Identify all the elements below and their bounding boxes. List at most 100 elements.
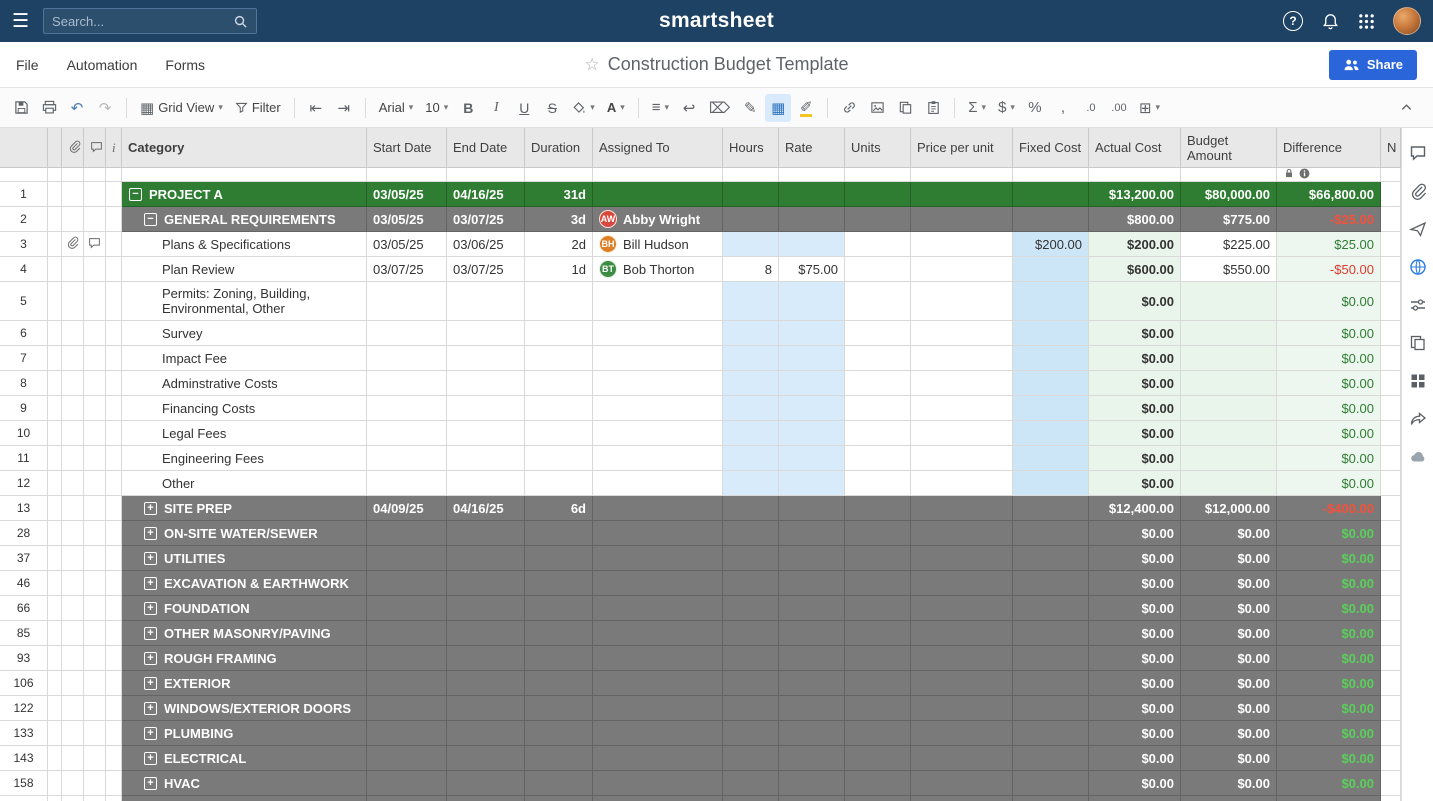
cell-fixed[interactable] [1013, 207, 1089, 232]
cell-dur[interactable] [525, 321, 593, 346]
cell-units[interactable] [845, 521, 911, 546]
cell-start[interactable] [367, 521, 447, 546]
cell-units[interactable] [845, 282, 911, 321]
cell-n[interactable] [1381, 596, 1401, 621]
cell-g1[interactable] [48, 546, 62, 571]
redo-button[interactable]: ↷ [92, 94, 118, 122]
favorite-star-icon[interactable]: ☆ [584, 55, 599, 75]
cell-com[interactable] [84, 496, 106, 521]
cell-dur[interactable] [525, 721, 593, 746]
cell-dur[interactable] [525, 546, 593, 571]
cell-assigned[interactable] [593, 621, 723, 646]
cell-start[interactable]: 04/09/25 [367, 496, 447, 521]
cell-n[interactable] [1381, 621, 1401, 646]
cell-units[interactable] [845, 796, 911, 801]
cell-clip[interactable] [62, 446, 84, 471]
insert-image-button[interactable] [864, 94, 890, 122]
cell-units[interactable] [845, 746, 911, 771]
cell-start[interactable] [367, 546, 447, 571]
column-header-start[interactable]: Start Date [367, 128, 447, 168]
cell-assigned[interactable] [593, 521, 723, 546]
cell-budget[interactable]: $0.00 [1181, 696, 1277, 721]
align-button[interactable]: ≡ ▾ [647, 94, 674, 122]
cell-category[interactable]: +WINDOWS/EXTERIOR DOORS [122, 696, 367, 721]
percent-button[interactable]: % [1022, 94, 1048, 122]
paste-button[interactable] [920, 94, 946, 122]
cell-end[interactable]: 03/07/25 [447, 257, 525, 282]
cell-assigned[interactable] [593, 421, 723, 446]
column-header-category[interactable]: Category [122, 128, 367, 168]
cell-dur[interactable]: 6d [525, 496, 593, 521]
cell-n[interactable] [1381, 282, 1401, 321]
cell-budget[interactable]: $12,000.00 [1181, 496, 1277, 521]
cell-diff[interactable]: $0.00 [1277, 771, 1381, 796]
fill-color-button[interactable]: ▾ [567, 94, 600, 122]
cell-diff[interactable]: $0.00 [1277, 446, 1381, 471]
cell-rate[interactable] [779, 496, 845, 521]
cell-com[interactable] [84, 321, 106, 346]
cell-assigned[interactable] [593, 282, 723, 321]
cell-g1[interactable] [48, 257, 62, 282]
cell-n[interactable] [1381, 421, 1401, 446]
cell-diff[interactable]: $25.00 [1277, 232, 1381, 257]
row-expand-toggle[interactable]: − [129, 188, 142, 201]
cell-diff[interactable]: $0.00 [1277, 546, 1381, 571]
cell-budget[interactable] [1181, 471, 1277, 496]
cloud-icon[interactable] [1409, 448, 1427, 466]
cell-rate[interactable] [779, 721, 845, 746]
cell-com[interactable] [84, 621, 106, 646]
cell-hours[interactable] [723, 421, 779, 446]
cell-assigned[interactable] [593, 471, 723, 496]
cell-end[interactable] [447, 371, 525, 396]
cell-category[interactable]: +ROUGH FRAMING [122, 646, 367, 671]
cell-actual[interactable]: $0.00 [1089, 471, 1181, 496]
cell-start[interactable]: 03/07/25 [367, 257, 447, 282]
cell-dur[interactable] [525, 621, 593, 646]
cell-start[interactable]: 03/05/25 [367, 232, 447, 257]
cell-g1[interactable] [48, 621, 62, 646]
cell-assigned[interactable] [593, 321, 723, 346]
cell-end[interactable] [447, 671, 525, 696]
cell-budget[interactable]: $80,000.00 [1181, 182, 1277, 207]
cell-price[interactable] [911, 321, 1013, 346]
cell-actual[interactable]: $0.00 [1089, 546, 1181, 571]
cell-n[interactable] [1381, 696, 1401, 721]
cell-rate[interactable] [779, 421, 845, 446]
row-number[interactable]: 7 [0, 346, 48, 371]
cell-clip[interactable] [62, 282, 84, 321]
menu-file[interactable]: File [16, 57, 39, 73]
cell-fixed[interactable] [1013, 546, 1089, 571]
cell-end[interactable] [447, 546, 525, 571]
cell-rate[interactable] [779, 232, 845, 257]
row-number[interactable]: 4 [0, 257, 48, 282]
cell-price[interactable] [911, 796, 1013, 801]
cell-actual[interactable]: $0.00 [1089, 571, 1181, 596]
cell-start[interactable] [367, 771, 447, 796]
row-number[interactable]: 8 [0, 371, 48, 396]
cell-category[interactable] [122, 796, 367, 801]
cell-dur[interactable]: 1d [525, 257, 593, 282]
cell-rate[interactable]: $75.00 [779, 257, 845, 282]
cell-budget[interactable] [1181, 396, 1277, 421]
cell-price[interactable] [911, 696, 1013, 721]
cell-com[interactable] [84, 771, 106, 796]
cell-fixed[interactable] [1013, 571, 1089, 596]
cell-category[interactable]: Legal Fees [122, 421, 367, 446]
cell-hours[interactable] [723, 746, 779, 771]
cell-category[interactable]: +PLUMBING [122, 721, 367, 746]
cell-price[interactable] [911, 721, 1013, 746]
cell-dur[interactable] [525, 771, 593, 796]
cell-rate[interactable] [779, 207, 845, 232]
cell-assigned[interactable] [593, 371, 723, 396]
cell-info[interactable] [106, 596, 122, 621]
cell-g1[interactable] [48, 207, 62, 232]
filters-sliders-icon[interactable] [1409, 296, 1427, 314]
cell-assigned[interactable] [593, 571, 723, 596]
cell-n[interactable] [1381, 671, 1401, 696]
cell-start[interactable] [367, 746, 447, 771]
cell-actual[interactable]: $0.00 [1089, 371, 1181, 396]
cell-info[interactable] [106, 421, 122, 446]
cell-end[interactable] [447, 796, 525, 801]
column-header-price[interactable]: Price per unit [911, 128, 1013, 168]
row-number[interactable]: 1 [0, 182, 48, 207]
